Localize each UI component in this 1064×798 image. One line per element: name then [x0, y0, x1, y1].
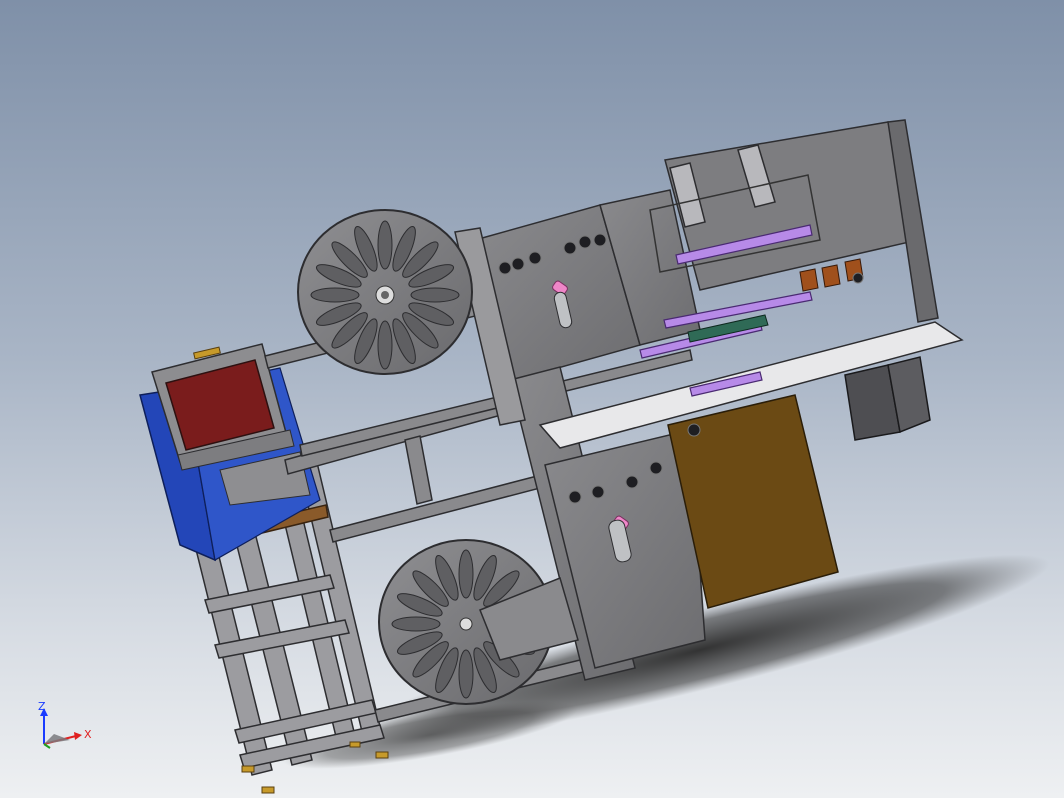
- reel-spoke-slot: [410, 287, 460, 303]
- reel-spoke-slot: [310, 287, 360, 303]
- gear-motor-boxes[interactable]: [844, 356, 931, 441]
- triad-plane-icon: [44, 734, 70, 744]
- z-axis-label: Z: [38, 700, 46, 713]
- reel-spoke-slot: [377, 220, 393, 270]
- x-axis-arrow-icon: [74, 732, 82, 740]
- x-axis-label: X: [84, 728, 92, 741]
- machine-assembly-model[interactable]: [0, 0, 1064, 798]
- reel-spoke-slot: [377, 320, 393, 370]
- coordinate-triad: Z X: [38, 700, 92, 749]
- cad-viewport[interactable]: Z X: [0, 0, 1064, 798]
- reel-spoke-slot: [458, 649, 474, 699]
- reel-spoke-slot: [391, 616, 441, 632]
- reel-spoke-slot: [458, 549, 474, 599]
- upper-right-frame[interactable]: [664, 119, 939, 323]
- y-axis-line: [43, 743, 51, 749]
- upper-material-reel[interactable]: [297, 209, 473, 375]
